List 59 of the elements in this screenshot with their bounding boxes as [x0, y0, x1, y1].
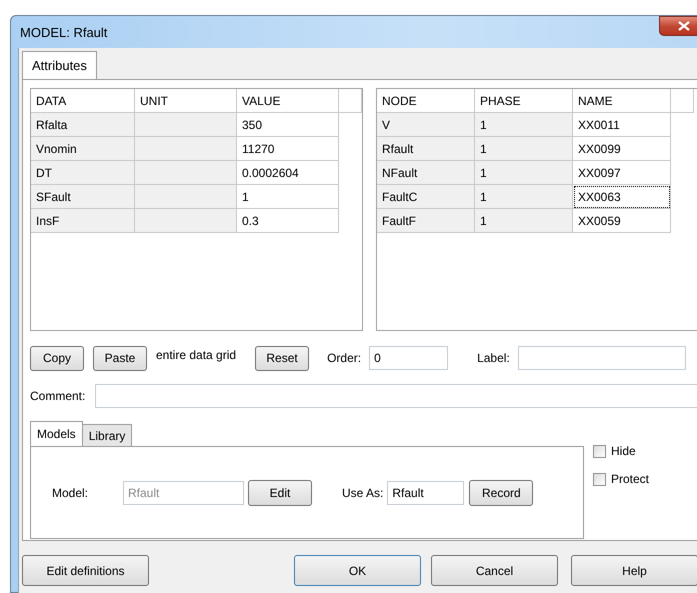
dialog-button[interactable]: Cancel — [431, 555, 558, 586]
table-cell[interactable]: XX0097 — [573, 161, 671, 185]
checkbox-label: Hide — [611, 444, 636, 458]
table-cell[interactable]: 0.0002604 — [237, 161, 339, 185]
table-cell: FaultC — [377, 185, 475, 209]
grid-note: entire data grid — [156, 348, 236, 362]
table-cell: 1 — [475, 113, 573, 137]
dialog-button[interactable]: Edit definitions — [22, 555, 149, 586]
table-cell[interactable]: 11270 — [237, 137, 339, 161]
use-as-label: Use As: — [342, 486, 384, 500]
copy-button[interactable]: Copy — [30, 346, 84, 370]
column-header: DATA — [31, 89, 135, 113]
tab[interactable]: Models — [30, 421, 83, 446]
column-header: NODE — [377, 89, 475, 113]
table-cell: V — [377, 113, 475, 137]
table-cell: Rfalta — [31, 113, 135, 137]
tab[interactable]: Attributes — [22, 51, 97, 79]
dialog-button[interactable]: OK — [294, 555, 421, 586]
column-header: UNIT — [135, 89, 237, 113]
table-cell[interactable]: XX0099 — [573, 137, 671, 161]
table-cell: FaultF — [377, 209, 475, 233]
table-cell: Vnomin — [31, 137, 135, 161]
tab[interactable]: Library — [82, 424, 132, 446]
column-header: VALUE — [237, 89, 339, 113]
table-cell[interactable]: XX0011 — [573, 113, 671, 137]
table-cell: 1 — [475, 137, 573, 161]
table-cell: 1 — [475, 209, 573, 233]
table-cell[interactable]: XX0063 — [573, 185, 671, 209]
dialog-button[interactable]: Help — [571, 555, 697, 586]
column-header: PHASE — [475, 89, 573, 113]
comment-field[interactable] — [95, 384, 697, 408]
close-icon — [678, 21, 690, 31]
reset-button[interactable]: Reset — [255, 346, 310, 370]
table-cell: Rfault — [377, 137, 475, 161]
close-button[interactable] — [659, 16, 697, 36]
table-cell: SFault — [31, 185, 135, 209]
column-header — [671, 89, 694, 113]
model-label: Model: — [52, 486, 90, 500]
table-cell: NFault — [377, 161, 475, 185]
table-cell[interactable]: 0.3 — [237, 209, 339, 233]
label-field[interactable] — [518, 346, 686, 370]
table-cell: InsF — [31, 209, 135, 233]
window-title: MODEL: Rfault — [19, 24, 108, 40]
paste-button[interactable]: Paste — [93, 346, 147, 370]
table-cell: 1 — [475, 185, 573, 209]
table-cell: 1 — [475, 161, 573, 185]
order-field[interactable]: 0 — [369, 346, 448, 370]
checkbox[interactable] — [593, 444, 606, 458]
checkbox[interactable] — [593, 472, 606, 486]
column-header: NAME — [573, 89, 671, 113]
column-header — [339, 89, 362, 113]
comment-label: Comment: — [30, 389, 86, 403]
table-cell[interactable]: 1 — [237, 185, 339, 209]
table-cell: DT — [31, 161, 135, 185]
checkbox-label: Protect — [611, 472, 650, 486]
table-cell[interactable]: 350 — [237, 113, 339, 137]
table-cell[interactable]: XX0059 — [573, 209, 671, 233]
order-label: Order: — [327, 351, 362, 365]
label-label: Label: — [477, 351, 510, 365]
